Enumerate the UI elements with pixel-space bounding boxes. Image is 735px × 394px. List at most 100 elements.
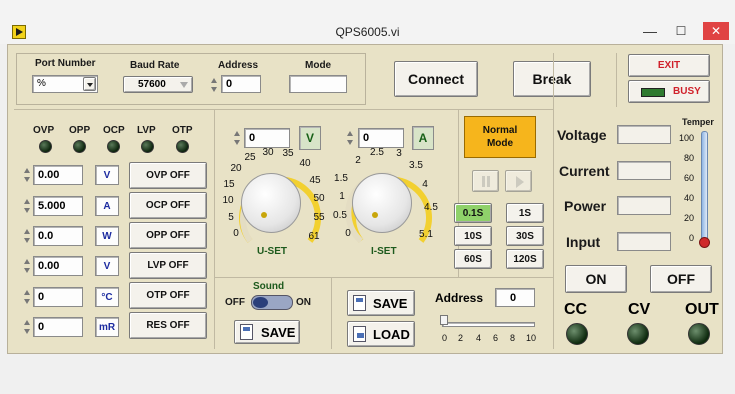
ovp-off-button[interactable]: OVP OFF (129, 162, 207, 189)
port-number-select[interactable]: % (32, 75, 98, 93)
uset-label: U-SET (257, 246, 287, 257)
uset-tick: 20 (230, 163, 242, 174)
iset-tick: 3.5 (409, 160, 423, 171)
res-off-button[interactable]: RES OFF (129, 312, 207, 339)
lvp-unit: V (95, 256, 119, 276)
temp-tick: 20 (683, 213, 694, 223)
close-button[interactable]: ✕ (703, 22, 729, 40)
minimize-button[interactable]: — (641, 22, 659, 40)
uset-unit: V (299, 126, 321, 150)
break-button[interactable]: Break (513, 61, 591, 97)
storage-load-button[interactable]: LOAD (347, 321, 415, 347)
slider-tick: 0 (442, 333, 448, 343)
uset-tick: 61 (308, 231, 320, 242)
temp-tick: 0 (688, 233, 694, 243)
otp-value-field[interactable]: 0 (33, 287, 83, 307)
baud-rate-label: Baud Rate (130, 60, 180, 71)
normal-mode-button[interactable]: Normal Mode (464, 116, 536, 158)
storage-slider-track[interactable] (442, 322, 535, 327)
ocp-spinner[interactable] (23, 198, 31, 214)
slider-tick: 8 (510, 333, 516, 343)
storage-save-button[interactable]: SAVE (347, 290, 415, 316)
baud-dropdown-arrow-icon (180, 82, 188, 88)
lvp-spinner[interactable] (23, 258, 31, 274)
uset-tick: 50 (313, 193, 325, 204)
uset-tick: 25 (244, 152, 256, 163)
uset-spinner[interactable] (233, 130, 241, 146)
uset-tick: 5 (228, 212, 234, 223)
sound-on-label: ON (296, 297, 311, 308)
res-spinner[interactable] (23, 319, 31, 335)
temp-tick: 100 (678, 133, 694, 143)
res-unit: mR (95, 317, 119, 337)
temper-label: Temper (682, 117, 714, 127)
iset-tick: 5.1 (419, 229, 433, 240)
uset-value-field[interactable]: 0 (244, 128, 290, 148)
uset-tick: 10 (222, 195, 234, 206)
storage-address-field[interactable]: 0 (495, 288, 535, 307)
opp-value-field[interactable]: 0.0 (33, 226, 83, 246)
pause-button[interactable] (472, 170, 499, 192)
ovp-unit: V (95, 165, 119, 185)
cv-led (627, 323, 649, 345)
timer-0-1s-button[interactable]: 0.1S (454, 203, 492, 223)
uset-tick: 45 (309, 175, 321, 186)
storage-slider-thumb[interactable] (440, 315, 448, 325)
ocp-value-field[interactable]: 5.000 (33, 196, 83, 216)
timer-120s-button[interactable]: 120S (506, 249, 544, 269)
input-display (617, 232, 671, 251)
iset-value-field[interactable]: 0 (358, 128, 404, 148)
port-number-label: Port Number (35, 58, 96, 69)
ocp-off-button[interactable]: OCP OFF (129, 192, 207, 219)
iset-tick: 3 (396, 148, 402, 159)
iset-spinner[interactable] (346, 130, 354, 146)
play-button[interactable] (505, 170, 532, 192)
exit-button[interactable]: EXIT (628, 54, 710, 77)
iset-unit: A (412, 126, 434, 150)
output-off-button[interactable]: OFF (650, 265, 712, 293)
timer-10s-button[interactable]: 10S (454, 226, 492, 246)
iset-tick: 4 (422, 179, 428, 190)
opp-spinner[interactable] (23, 228, 31, 244)
opp-off-button[interactable]: OPP OFF (129, 222, 207, 249)
play-icon (516, 176, 524, 188)
maximize-button[interactable]: ☐ (672, 22, 690, 40)
timer-60s-button[interactable]: 60S (454, 249, 492, 269)
cv-label: CV (628, 301, 651, 318)
address-field[interactable]: 0 (221, 75, 261, 93)
current-display (617, 161, 671, 180)
input-label: Input (566, 234, 601, 250)
res-value-field[interactable]: 0 (33, 317, 83, 337)
otp-off-button[interactable]: OTP OFF (129, 282, 207, 309)
divider (214, 277, 554, 278)
lvp-off-button[interactable]: LVP OFF (129, 252, 207, 279)
iset-tick: 2 (355, 155, 361, 166)
connect-button[interactable]: Connect (394, 61, 478, 97)
otp-led (176, 140, 189, 153)
voltage-display (617, 125, 671, 144)
otp-unit: °C (95, 287, 119, 307)
divider (616, 53, 617, 107)
uset-tick: 40 (299, 158, 311, 169)
sound-toggle[interactable] (251, 295, 293, 310)
address-spinner[interactable] (210, 77, 218, 93)
otp-spinner[interactable] (23, 289, 31, 305)
sound-save-button[interactable]: SAVE (234, 320, 300, 344)
address-label: Address (218, 60, 259, 71)
output-on-button[interactable]: ON (565, 265, 627, 293)
ovp-value-field[interactable]: 0.00 (33, 165, 83, 185)
busy-label: BUSY (673, 86, 701, 97)
lvp-value-field[interactable]: 0.00 (33, 256, 83, 276)
opp-led (73, 140, 86, 153)
current-label: Current (559, 163, 610, 179)
timer-1s-button[interactable]: 1S (506, 203, 544, 223)
lvp-led-label: LVP (137, 125, 156, 136)
iset-knob[interactable] (352, 173, 412, 233)
ovp-spinner[interactable] (23, 167, 31, 183)
port-dropdown-arrow-icon[interactable] (83, 77, 96, 91)
uset-knob[interactable] (241, 173, 301, 233)
save-icon (240, 324, 253, 340)
timer-30s-button[interactable]: 30S (506, 226, 544, 246)
port-number-value: % (37, 78, 46, 89)
baud-rate-select[interactable]: 57600 (123, 76, 193, 93)
